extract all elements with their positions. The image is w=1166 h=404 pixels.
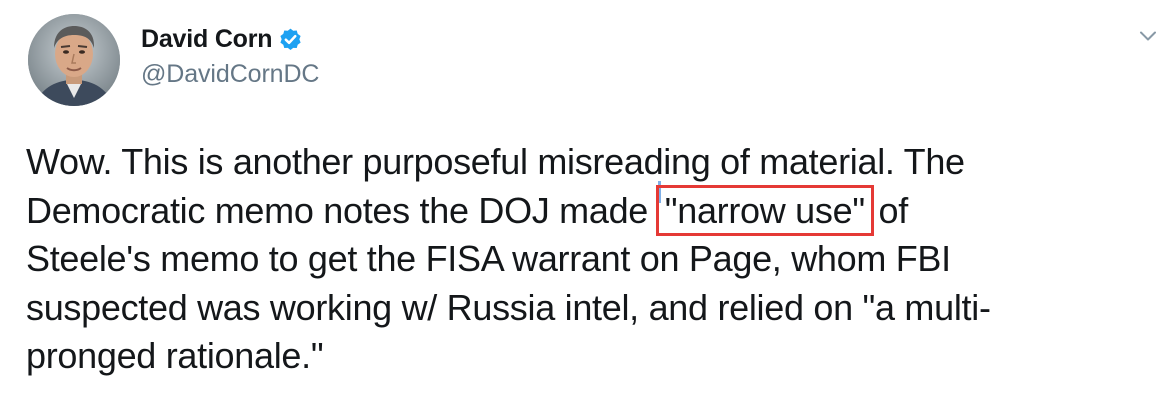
tweet-line-5: pronged rationale." xyxy=(26,335,324,376)
avatar-portrait-image xyxy=(28,14,120,106)
chevron-down-icon[interactable] xyxy=(1136,24,1160,48)
avatar[interactable] xyxy=(28,14,120,106)
user-handle[interactable]: @DavidCornDC xyxy=(141,60,319,89)
tweet-line-2-start: Democratic memo notes the DOJ made xyxy=(26,189,658,231)
tweet-line-3: Steele's memo to get the FISA warrant on… xyxy=(26,238,951,279)
tweet-line-1: Wow. This is another purposeful misreadi… xyxy=(26,141,965,182)
tweet-text: Wow. This is another purposeful misreadi… xyxy=(26,138,1146,381)
user-name-row: David Corn xyxy=(141,22,303,56)
tweet-line-4: suspected was working w/ Russia intel, a… xyxy=(26,286,991,328)
verified-badge-icon xyxy=(278,27,303,52)
highlighted-quote: "narrow use" xyxy=(655,184,874,236)
tweet-line-2: Democratic memo notes the DOJ made "narr… xyxy=(26,180,1146,236)
tweet-line-2-end: of xyxy=(868,189,908,231)
display-name[interactable]: David Corn xyxy=(141,25,273,54)
